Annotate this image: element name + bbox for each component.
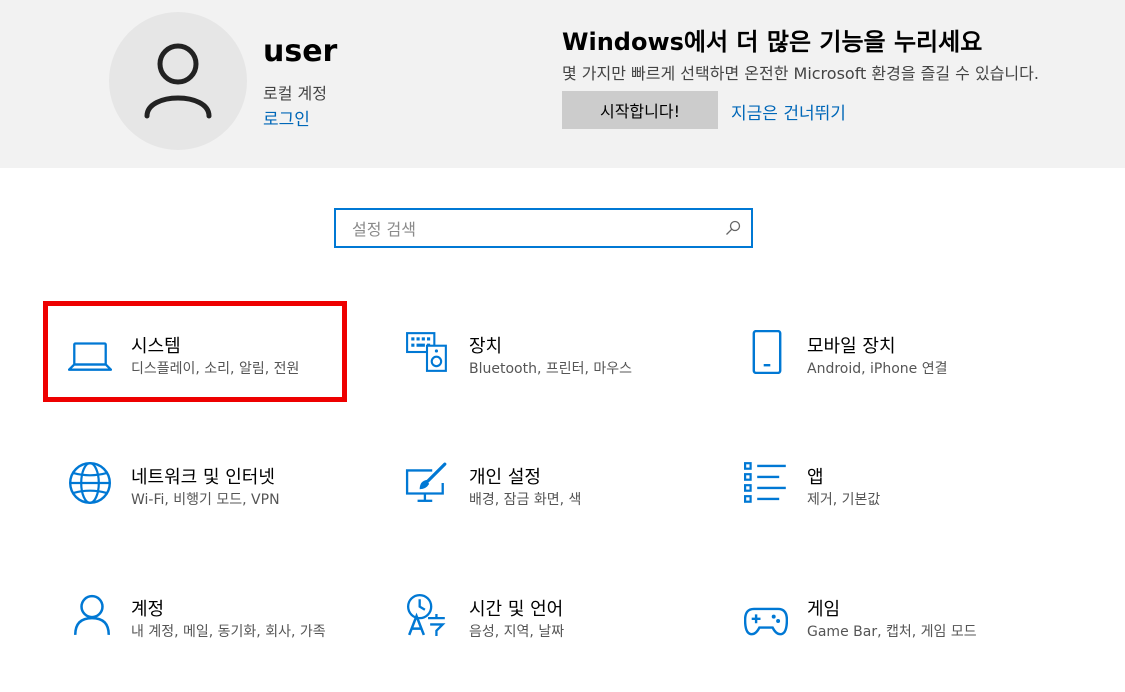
category-accounts-title: 계정: [131, 599, 165, 620]
category-time-language[interactable]: 시간 및 언어 음성, 지역, 날짜: [405, 593, 705, 683]
search-icon[interactable]: [725, 220, 741, 236]
globe-icon: [68, 461, 112, 505]
category-system[interactable]: 시스템 디스플레이, 소리, 알림, 전원: [68, 330, 338, 420]
category-devices-title: 장치: [469, 336, 503, 357]
category-accounts-description: 내 계정, 메일, 동기화, 회사, 가족: [131, 624, 326, 640]
category-apps[interactable]: 앱 제거, 기본값: [744, 461, 1044, 551]
category-gaming[interactable]: 게임 Game Bar, 캡처, 게임 모드: [744, 593, 1044, 683]
category-system-title: 시스템: [131, 336, 181, 357]
category-phone-title: 모바일 장치: [807, 336, 896, 357]
apps-list-icon: [744, 462, 786, 503]
user-avatar-icon: [144, 43, 212, 119]
category-personalization-description: 배경, 잠금 화면, 색: [469, 492, 582, 508]
category-gaming-title: 게임: [807, 599, 841, 620]
promo-description: 몇 가지만 빠르게 선택하면 온전한 Microsoft 환경을 즐길 수 있습…: [562, 64, 1039, 83]
skip-for-now-link[interactable]: 지금은 건너뛰기: [731, 99, 846, 124]
category-accounts[interactable]: 계정 내 계정, 메일, 동기화, 회사, 가족: [68, 593, 368, 683]
category-devices[interactable]: 장치 Bluetooth, 프린터, 마우스: [405, 330, 705, 420]
time-language-icon: [406, 593, 446, 636]
category-time-language-description: 음성, 지역, 날짜: [469, 624, 565, 640]
account-banner: user 로컬 계정 로그인 Windows에서 더 많은 기능을 누리세요 몇…: [0, 0, 1125, 168]
account-type: 로컬 계정: [263, 84, 327, 103]
get-started-button[interactable]: 시작합니다!: [562, 91, 718, 129]
person-icon: [73, 594, 111, 635]
category-gaming-description: Game Bar, 캡처, 게임 모드: [807, 624, 977, 640]
category-devices-description: Bluetooth, 프린터, 마우스: [469, 361, 633, 377]
settings-search-input[interactable]: [350, 216, 714, 242]
laptop-icon: [68, 342, 112, 371]
login-link[interactable]: 로그인: [263, 105, 310, 130]
category-apps-title: 앱: [807, 467, 824, 488]
account-username: user: [263, 34, 338, 69]
category-personalization-title: 개인 설정: [469, 467, 541, 488]
mobile-phone-icon: [752, 330, 782, 374]
category-apps-description: 제거, 기본값: [807, 492, 881, 508]
category-personalization[interactable]: 개인 설정 배경, 잠금 화면, 색: [405, 461, 705, 551]
promo-title: Windows에서 더 많은 기능을 누리세요: [562, 28, 983, 56]
category-time-language-title: 시간 및 언어: [469, 599, 564, 620]
keyboard-speaker-icon: [406, 332, 447, 372]
gamepad-icon: [744, 607, 788, 636]
category-phone[interactable]: 모바일 장치 Android, iPhone 연결: [745, 330, 1045, 420]
settings-search-box[interactable]: [334, 208, 753, 248]
category-network-description: Wi-Fi, 비행기 모드, VPN: [131, 492, 280, 508]
category-system-description: 디스플레이, 소리, 알림, 전원: [131, 361, 300, 377]
category-phone-description: Android, iPhone 연결: [807, 361, 948, 377]
category-network[interactable]: 네트워크 및 인터넷 Wi-Fi, 비행기 모드, VPN: [68, 461, 368, 551]
category-network-title: 네트워크 및 인터넷: [131, 467, 275, 488]
paintbrush-monitor-icon: [405, 462, 447, 502]
avatar[interactable]: [109, 12, 247, 150]
